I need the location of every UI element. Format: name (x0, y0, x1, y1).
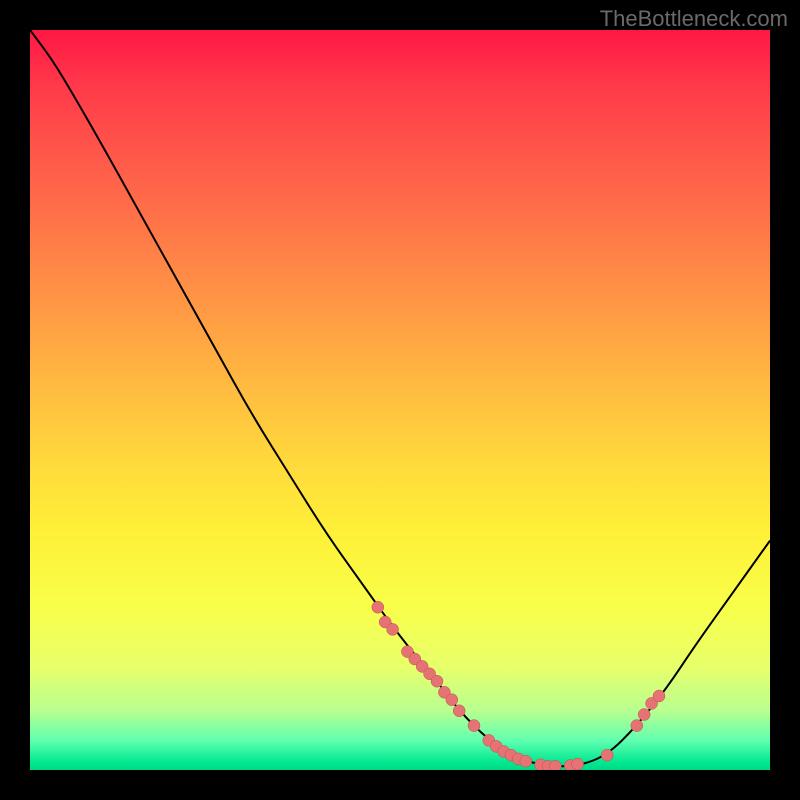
data-markers (372, 601, 665, 770)
watermark-text: TheBottleneck.com (600, 6, 788, 32)
data-marker (446, 694, 458, 706)
chart-area (30, 30, 770, 770)
data-marker (468, 720, 480, 732)
data-marker (601, 749, 613, 761)
data-marker (520, 755, 532, 767)
data-marker (638, 709, 650, 721)
data-marker (572, 758, 584, 770)
data-marker (431, 675, 443, 687)
data-marker (653, 690, 665, 702)
data-marker (372, 601, 384, 613)
chart-svg (30, 30, 770, 770)
data-marker (549, 760, 561, 770)
data-marker (387, 623, 399, 635)
data-marker (631, 720, 643, 732)
data-marker (453, 705, 465, 717)
bottleneck-curve (30, 30, 770, 766)
